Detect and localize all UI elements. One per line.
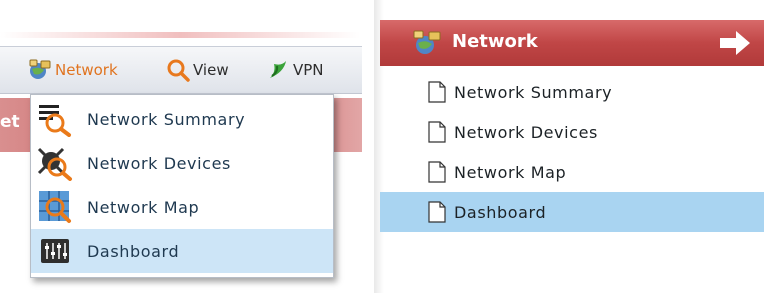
dashboard-icon bbox=[41, 239, 69, 263]
background-header-text: et bbox=[0, 112, 20, 132]
vpn-swirl-icon bbox=[270, 61, 286, 78]
network-devices-icon bbox=[37, 147, 72, 181]
network-section-header[interactable]: Network bbox=[380, 20, 764, 66]
toolbar-vpn-menu[interactable]: VPN bbox=[266, 56, 360, 84]
tree-item-network-summary[interactable]: Network Summary bbox=[380, 72, 764, 112]
dropdown-item-dashboard[interactable]: Dashboard bbox=[31, 229, 333, 273]
tree-item-network-devices[interactable]: Network Devices bbox=[380, 112, 764, 152]
dropdown-item-label: Network Devices bbox=[87, 153, 231, 173]
tree-item-network-map[interactable]: Network Map bbox=[380, 152, 764, 192]
decorative-strip bbox=[0, 32, 360, 38]
document-icon bbox=[428, 121, 446, 143]
dropdown-item-label: Network Map bbox=[87, 197, 200, 217]
tree-item-label: Dashboard bbox=[454, 202, 547, 222]
network-map-icon bbox=[39, 191, 71, 223]
document-icon bbox=[428, 161, 446, 183]
dropdown-item-label: Network Summary bbox=[87, 109, 246, 129]
network-summary-icon bbox=[39, 105, 71, 137]
classic-menu-panel: et Network View VPN Network Summary Netw… bbox=[0, 0, 362, 293]
dropdown-item-network-summary[interactable]: Network Summary bbox=[31, 97, 333, 141]
toolbar-vpn-label: VPN bbox=[293, 61, 324, 79]
dropdown-item-label: Dashboard bbox=[87, 241, 180, 261]
right-arrow-icon[interactable] bbox=[718, 30, 752, 56]
tree-menu-panel: Network Network Summary Network Devices … bbox=[374, 0, 764, 293]
toolbar-network-label: Network bbox=[55, 61, 118, 79]
magnifier-icon bbox=[167, 59, 190, 82]
document-icon bbox=[428, 81, 446, 103]
tree-item-label: Network Map bbox=[454, 162, 567, 182]
toolbar-view-menu[interactable]: View bbox=[166, 56, 229, 84]
document-icon bbox=[428, 201, 446, 223]
dropdown-item-network-devices[interactable]: Network Devices bbox=[31, 141, 333, 185]
header-title: Network bbox=[452, 31, 538, 52]
dropdown-item-network-map[interactable]: Network Map bbox=[31, 185, 333, 229]
network-globe-icon bbox=[413, 30, 441, 54]
network-dropdown-menu: Network Summary Network Devices Network … bbox=[30, 94, 334, 278]
toolbar-network-menu[interactable]: Network bbox=[28, 56, 118, 84]
tree-item-dashboard[interactable]: Dashboard bbox=[380, 192, 764, 232]
toolbar-view-label: View bbox=[193, 61, 229, 79]
tree-item-label: Network Devices bbox=[454, 122, 598, 142]
menu-toolbar: Network View VPN bbox=[0, 46, 362, 94]
tree-item-label: Network Summary bbox=[454, 82, 613, 102]
network-globe-icon bbox=[29, 59, 51, 79]
